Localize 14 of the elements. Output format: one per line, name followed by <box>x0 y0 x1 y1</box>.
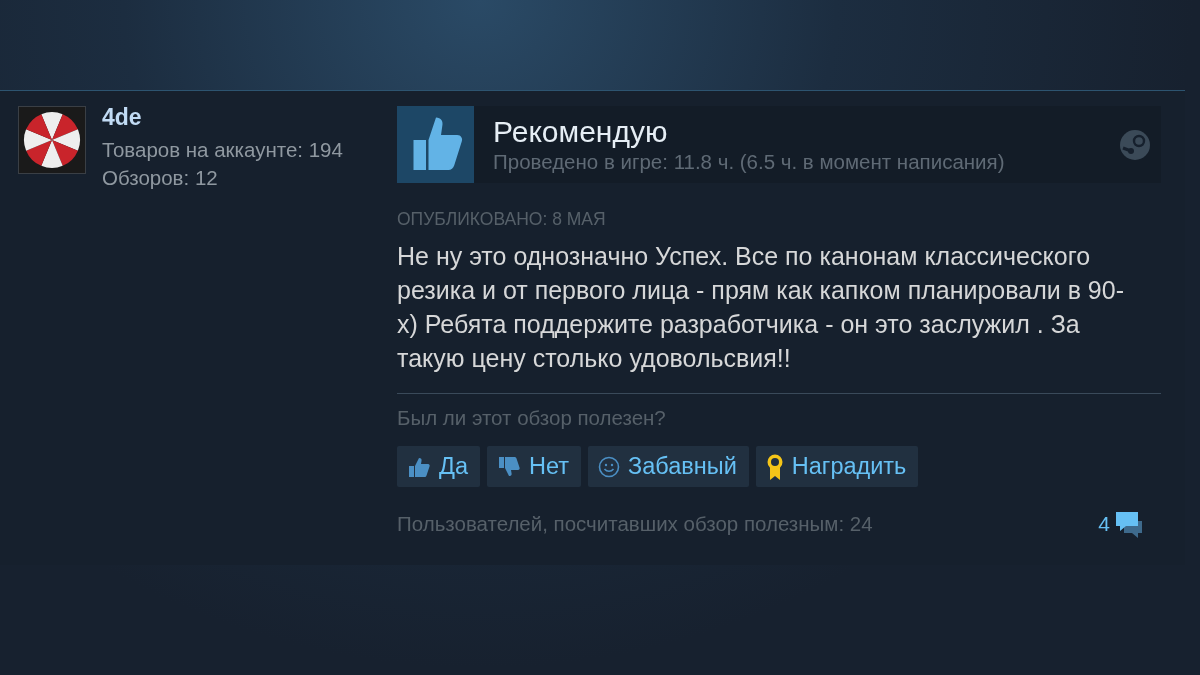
funny-button[interactable]: Забавный <box>588 446 749 487</box>
no-button[interactable]: Нет <box>487 446 582 487</box>
products-count[interactable]: Товаров на аккаунте: 194 <box>102 136 343 164</box>
verdict-title[interactable]: Рекомендую <box>493 115 1119 149</box>
author-name[interactable]: 4de <box>102 104 343 131</box>
hours-played: Проведено в игре: 11.8 ч. (6.5 ч. в момент написания) <box>493 150 1006 174</box>
review-text: Не ну это однозначно Успех. Все по канонам классического резика и от первого лица - прям как капком планировали в 90-х) Ребята поддержите разработчика - он это заслужил . За такую цену столько удовольсвия!! <box>397 241 1125 374</box>
helpful-question: Был ли этот обзор полезен? <box>397 406 667 430</box>
comments-link[interactable]: 4 <box>1098 509 1144 539</box>
reviews-count[interactable]: Обзоров: 12 <box>102 164 343 192</box>
helpful-count: Пользователей, посчитавших обзор полезным: 24 <box>397 512 873 536</box>
yes-button[interactable]: Да <box>397 446 480 487</box>
posted-date: ОПУБЛИКОВАНО: 8 МАЯ <box>397 209 607 230</box>
award-button[interactable]: Наградить <box>755 446 919 487</box>
